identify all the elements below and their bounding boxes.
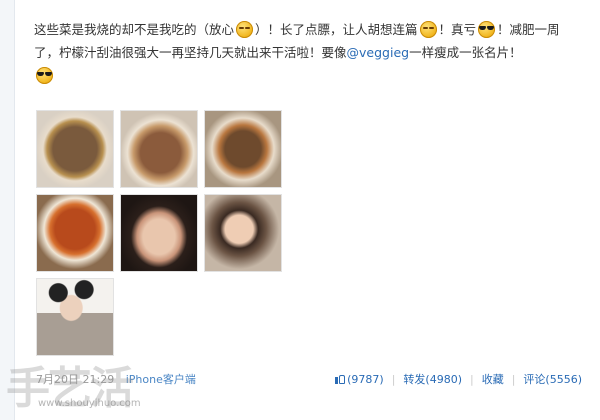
post-text-part: 一样瘦成一张名片！: [409, 45, 522, 60]
post-text-part: ！真亏: [438, 22, 477, 37]
divider: |: [391, 372, 396, 386]
comment-button[interactable]: 评论(5556): [523, 371, 582, 387]
smile-emoji-icon: [419, 21, 437, 38]
photo-dish-3[interactable]: [204, 110, 282, 188]
photo-dish-4[interactable]: [36, 194, 114, 272]
like-button[interactable]: (9787): [335, 373, 384, 386]
post-actions: (9787) | 转发(4980) | 收藏 | 评论(5556): [335, 371, 582, 387]
post-text-part: ）！长了点膘，让人胡想连篇: [255, 22, 418, 37]
watermark-url: www.shouyihuo.com: [38, 398, 141, 409]
cool-emoji-icon: [36, 67, 53, 84]
cool-emoji-icon: [478, 21, 496, 38]
photo-portrait-3[interactable]: [36, 278, 114, 356]
photo-dish-2[interactable]: [120, 110, 198, 188]
client-link[interactable]: iPhone客户端: [126, 373, 196, 386]
mention-link[interactable]: @veggieg: [347, 45, 410, 60]
like-count: (9787): [347, 372, 384, 386]
photo-portrait-1[interactable]: [120, 194, 198, 272]
divider: |: [469, 372, 474, 386]
thumbs-up-icon: [335, 374, 346, 384]
smile-emoji-icon: [236, 21, 254, 38]
photo-dish-1[interactable]: [36, 110, 114, 188]
photo-grid: [36, 110, 286, 360]
post-text-part: 这些菜是我烧的却不是我吃的（放心: [34, 22, 235, 37]
post-text: 这些菜是我烧的却不是我吃的（放心 ）！长了点膘，让人胡想连篇 ！真亏 ！减肥一周了，柠…: [34, 18, 582, 87]
favorite-button[interactable]: 收藏: [482, 371, 504, 387]
divider: |: [511, 372, 516, 386]
repost-button[interactable]: 转发(4980): [403, 371, 462, 387]
photo-portrait-2[interactable]: [204, 194, 282, 272]
